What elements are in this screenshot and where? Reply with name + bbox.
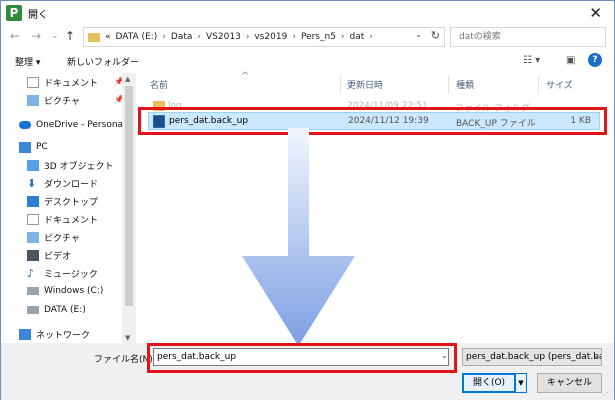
sidebar-item-label: ドキュメント (44, 215, 99, 226)
breadcrumb-item[interactable]: VS2013 (206, 32, 241, 42)
sidebar-item-desktop[interactable]: デスクトップ (27, 192, 98, 210)
sidebar-item-downloads[interactable]: ⬇ ダウンロード (27, 174, 98, 192)
chevron-right-icon[interactable]: › (341, 32, 345, 42)
preview-pane-icon[interactable]: ▣ (566, 55, 575, 66)
file-type-filter-select[interactable]: pers_dat.back_up (pers_dat.bac (462, 348, 602, 366)
sidebar-item-pc[interactable]: PC (19, 138, 48, 156)
drive-icon (27, 306, 39, 314)
title-bar: P 開く ✕ (1, 1, 614, 25)
sidebar-item-label: デスクトップ (44, 197, 99, 208)
highlight-box-filename (147, 343, 457, 373)
scroll-down-icon[interactable]: ▼ (125, 334, 130, 342)
toolbar: 整理 ▾ 新しいフォルダー ☷ ▾ ▣ ? (1, 50, 614, 72)
address-dropdown-icon[interactable]: ⌄ (415, 30, 422, 39)
sidebar-item-label: Windows (C:) (44, 286, 104, 296)
sidebar-item-pictures[interactable]: ピクチャ (27, 228, 80, 246)
sort-ascending-icon: ^ (241, 71, 250, 82)
column-divider[interactable] (538, 76, 539, 94)
sidebar-item-label: OneDrive - Personal (36, 120, 126, 130)
network-icon (19, 328, 31, 340)
sidebar-item-label: DATA (E:) (44, 305, 86, 315)
view-options-icon[interactable]: ☷ ▾ (523, 55, 540, 66)
breadcrumb-item[interactable]: Pers_n5 (301, 32, 336, 42)
chevron-right-icon[interactable]: › (197, 32, 201, 42)
column-divider[interactable] (340, 76, 341, 94)
desktop-icon (27, 195, 39, 207)
sidebar-item-3d-objects[interactable]: 3D オブジェクト (27, 156, 114, 174)
address-row: ← → ⌄ ↑ « DATA (E:) › Data › VS2013 › vs… (1, 26, 614, 48)
sidebar-item-label: ピクチャ (44, 233, 80, 244)
sidebar-item-documents[interactable]: ドキュメント (27, 210, 98, 228)
sidebar-scrollbar-thumb[interactable] (125, 86, 133, 306)
pictures-icon (27, 94, 39, 106)
download-icon: ⬇ (27, 176, 37, 190)
document-icon (27, 76, 39, 88)
sidebar-item-label: PC (36, 142, 48, 152)
new-folder-button[interactable]: 新しいフォルダー (67, 55, 139, 68)
cloud-icon (19, 121, 31, 129)
breadcrumb-item[interactable]: DATA (E:) (116, 32, 158, 42)
sidebar-item-documents-pinned[interactable]: ドキュメント (27, 73, 98, 91)
sidebar-item-music[interactable]: ♪ ミュージック (27, 264, 98, 282)
chevron-right-icon[interactable]: › (369, 32, 373, 42)
open-button-dropdown-icon[interactable]: ▼ (515, 373, 527, 393)
organize-button[interactable]: 整理 ▾ (15, 55, 40, 68)
breadcrumb-overflow[interactable]: « (105, 32, 111, 42)
sidebar-item-videos[interactable]: ビデオ (27, 246, 71, 264)
column-header-type[interactable]: 種類 (456, 78, 474, 91)
sidebar-item-label: ビデオ (44, 251, 72, 262)
sidebar-item-pictures-pinned[interactable]: ピクチャ (27, 91, 80, 109)
sidebar-item-label: ダウンロード (44, 179, 99, 190)
sidebar-item-onedrive[interactable]: OneDrive - Personal (19, 116, 126, 134)
sidebar-item-network[interactable]: ネットワーク (19, 325, 90, 343)
down-arrow-graphic (242, 128, 355, 346)
breadcrumb-item[interactable]: vs2019 (254, 32, 287, 42)
address-bar[interactable]: « DATA (E:) › Data › VS2013 › vs2019 › P… (83, 27, 445, 47)
up-folder-icon[interactable]: ↑ (65, 29, 75, 43)
chevron-down-icon[interactable]: ⌄ (593, 351, 600, 360)
cancel-button[interactable]: キャンセル (537, 373, 602, 393)
column-header-name[interactable]: 名前 (150, 78, 168, 91)
column-header-size[interactable]: サイズ (546, 78, 573, 91)
sidebar-item-label: 3D オブジェクト (44, 161, 114, 172)
folder-icon (88, 32, 100, 42)
video-icon (27, 249, 39, 261)
open-button[interactable]: 開く(O) (462, 373, 516, 393)
forward-arrow-icon[interactable]: → (31, 29, 41, 43)
sidebar-item-windows-c[interactable]: Windows (C:) (27, 282, 103, 300)
sidebar-item-data-e[interactable]: DATA (E:) (27, 301, 86, 319)
sidebar-item-label: ミュージック (44, 269, 98, 280)
sidebar-item-label: ドキュメント (44, 78, 99, 89)
navigation-pane: ドキュメント 📌 ピクチャ 📌 OneDrive - Personal PC 3… (1, 73, 136, 391)
chevron-right-icon[interactable]: › (292, 32, 296, 42)
recent-locations-dropdown-icon[interactable]: ⌄ (51, 31, 59, 41)
column-header-date[interactable]: 更新日時 (347, 78, 383, 91)
3d-objects-icon (27, 159, 39, 171)
sidebar-item-label: ピクチャ (44, 96, 80, 107)
open-file-dialog: P 開く ✕ ← → ⌄ ↑ « DATA (E:) › Data › VS20… (0, 0, 615, 400)
music-icon: ♪ (27, 266, 35, 280)
window-title: 開く (28, 9, 48, 21)
breadcrumb-item[interactable]: dat (350, 32, 365, 42)
close-icon[interactable]: ✕ (589, 4, 602, 22)
help-icon[interactable]: ? (588, 53, 602, 67)
sidebar-item-label: ネットワーク (36, 330, 91, 341)
highlight-box-selected-file (138, 107, 607, 135)
resize-grip-icon[interactable]: ⋰ (603, 388, 611, 397)
computer-icon (19, 141, 31, 153)
document-icon (27, 213, 39, 225)
breadcrumb-item[interactable]: Data (171, 32, 193, 42)
refresh-icon[interactable]: ↻ (431, 29, 440, 42)
back-arrow-icon[interactable]: ← (10, 29, 20, 43)
column-divider[interactable] (448, 76, 449, 94)
scroll-up-icon[interactable]: ▲ (125, 75, 130, 83)
search-input[interactable]: datの検索 (450, 27, 606, 47)
drive-icon (27, 287, 39, 295)
chevron-right-icon[interactable]: › (246, 32, 250, 42)
app-icon: P (6, 5, 22, 21)
chevron-right-icon[interactable]: › (162, 32, 166, 42)
pictures-icon (27, 231, 39, 243)
